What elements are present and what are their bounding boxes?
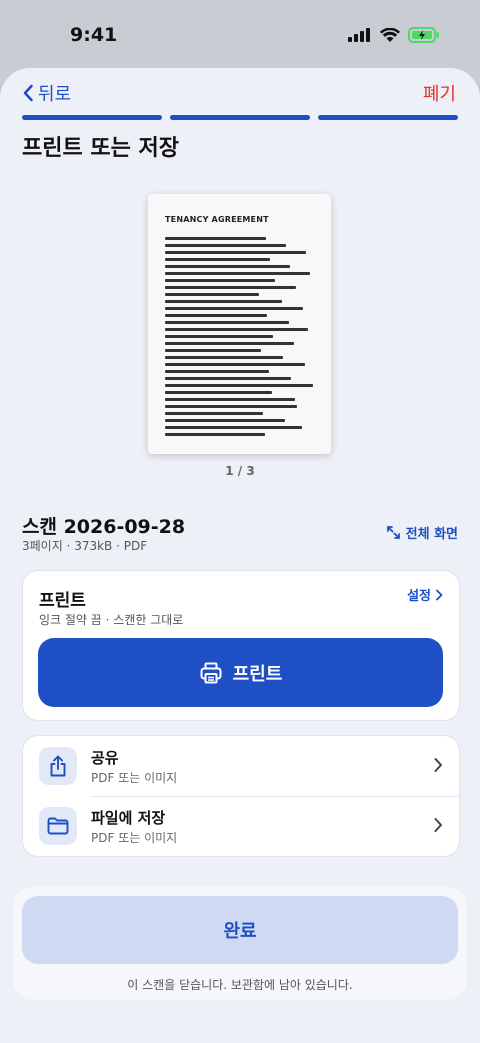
step-progress: [22, 115, 458, 120]
folder-icon: [47, 817, 69, 835]
share-icon-tile: [39, 747, 77, 785]
back-label: 뒤로: [38, 84, 72, 105]
share-sub: PDF 또는 이미지: [91, 771, 178, 785]
text-line: [165, 286, 296, 289]
text-line: [165, 384, 313, 387]
chevron-left-icon: [23, 84, 33, 102]
text-line: [165, 398, 295, 401]
text-line: [165, 426, 302, 429]
scan-name: 스캔 2026-09-28: [22, 516, 186, 538]
wifi-icon: [380, 27, 400, 42]
text-line: [165, 349, 261, 352]
progress-step: [318, 115, 458, 120]
printer-icon: [200, 662, 222, 683]
print-button[interactable]: 프린트: [38, 638, 443, 707]
bottom-bar: 완료 이 스캔을 닫습니다. 보관함에 남아 있습니다.: [13, 887, 467, 1000]
text-line: [165, 244, 286, 247]
chevron-right-icon: [434, 818, 442, 832]
folder-icon-tile: [39, 807, 77, 845]
chevron-right-icon: [434, 758, 442, 772]
done-button[interactable]: 완료: [22, 896, 458, 964]
text-line: [165, 265, 290, 268]
progress-step: [170, 115, 310, 120]
text-line: [165, 307, 303, 310]
print-button-label: 프린트: [232, 663, 283, 685]
page-indicator: 1 / 3: [225, 464, 255, 478]
text-line: [165, 370, 269, 373]
text-line: [165, 314, 267, 317]
print-subtitle: 잉크 절약 끔 · 스캔한 그대로: [39, 613, 184, 627]
text-line: [165, 335, 273, 338]
progress-step: [22, 115, 162, 120]
text-line: [165, 433, 265, 436]
text-line: [165, 237, 266, 240]
fullscreen-button[interactable]: 전체 화면: [386, 523, 458, 542]
status-bar: 9:41: [0, 0, 480, 70]
share-label: 공유: [91, 749, 119, 767]
text-line: [165, 419, 285, 422]
text-line: [165, 328, 308, 331]
text-line: [165, 258, 270, 261]
text-line: [165, 251, 306, 254]
scan-meta: 3페이지 · 373kB · PDF: [22, 539, 148, 553]
text-line: [165, 412, 263, 415]
share-icon: [50, 755, 66, 777]
fullscreen-label: 전체 화면: [405, 527, 458, 542]
save-to-files-row[interactable]: 파일에 저장 PDF 또는 이미지: [23, 796, 459, 856]
settings-label: 설정: [407, 589, 431, 604]
text-line: [165, 279, 275, 282]
save-to-files-label: 파일에 저장: [91, 809, 166, 827]
print-settings-link[interactable]: 설정: [407, 585, 443, 604]
share-row[interactable]: 공유 PDF 또는 이미지: [23, 736, 459, 797]
back-button[interactable]: 뒤로: [22, 80, 71, 106]
text-line: [165, 356, 283, 359]
text-line: [165, 300, 282, 303]
cellular-signal-icon: [348, 28, 370, 42]
text-line: [165, 363, 305, 366]
expand-icon: [386, 526, 400, 539]
nav-bar: 뒤로 폐기: [0, 68, 480, 118]
text-line: [165, 293, 259, 296]
save-to-files-sub: PDF 또는 이미지: [91, 831, 178, 845]
print-title: 프린트: [39, 591, 86, 611]
text-line: [165, 391, 272, 394]
status-icons: [348, 27, 440, 43]
battery-icon: [408, 27, 439, 43]
chevron-right-icon: [436, 589, 443, 600]
page-title: 프린트 또는 저장: [22, 136, 179, 161]
text-line: [165, 321, 289, 324]
text-line: [165, 342, 294, 345]
text-line: [165, 405, 297, 408]
print-card: 프린트 잉크 절약 끔 · 스캔한 그대로 설정 프린트: [22, 570, 460, 721]
done-note: 이 스캔을 닫습니다. 보관함에 남아 있습니다.: [127, 978, 353, 992]
document-title: TENANCY AGREEMENT: [165, 215, 269, 224]
document-preview[interactable]: TENANCY AGREEMENT: [148, 194, 331, 454]
actions-list: 공유 PDF 또는 이미지 파일에 저장 PDF 또는 이미지: [22, 735, 460, 857]
text-line: [165, 377, 291, 380]
modal-sheet: 뒤로 폐기 프린트 또는 저장 TENANCY AGREEMENT 1 / 3 …: [0, 68, 480, 1043]
status-time: 9:41: [70, 24, 118, 46]
text-line: [165, 272, 310, 275]
discard-button[interactable]: 폐기: [423, 80, 456, 106]
